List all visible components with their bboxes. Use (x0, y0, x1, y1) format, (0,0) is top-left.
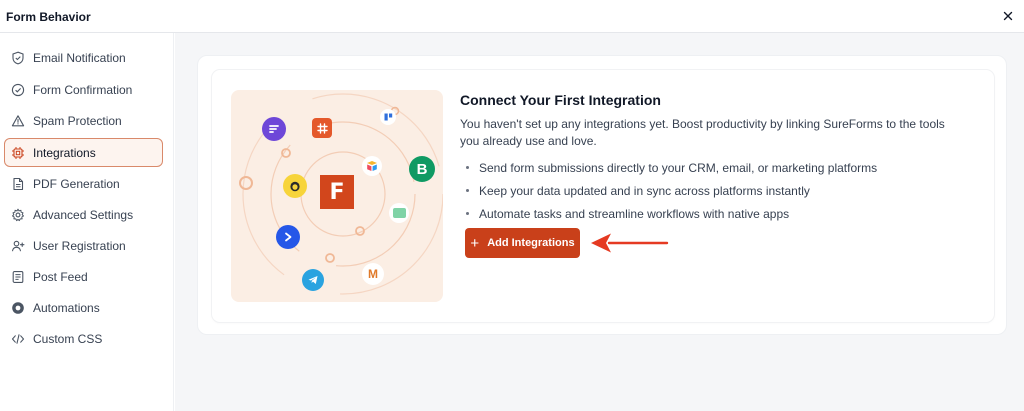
sidebar: Email Notification Form Confirmation Spa… (0, 33, 174, 411)
fluent-forms-icon (262, 117, 286, 141)
empty-state-description: You haven't set up any integrations yet.… (460, 117, 945, 148)
trello-icon (380, 109, 396, 125)
sidebar-item-label: Spam Protection (33, 113, 122, 128)
list-item: Send form submissions directly to your C… (460, 156, 980, 179)
sidebar-item-label: Integrations (33, 145, 96, 160)
sidebar-item-email-notification[interactable]: Email Notification (4, 43, 163, 72)
sidebar-item-pdf-generation[interactable]: PDF Generation (4, 169, 163, 198)
sidebar-item-label: Advanced Settings (33, 207, 134, 222)
automation-icon (11, 301, 25, 315)
empty-state-content: Connect Your First Integration You haven… (460, 88, 980, 225)
sidebar-item-post-feed[interactable]: Post Feed (4, 262, 163, 291)
modal-title: Form Behavior (6, 10, 91, 24)
plus-icon: + (470, 234, 480, 252)
brevo-letter: B (416, 160, 428, 178)
sidebar-item-label: Custom CSS (33, 331, 103, 346)
activecampaign-icon (276, 225, 300, 249)
code-icon (11, 332, 25, 346)
sidebar-item-label: Email Notification (33, 50, 126, 65)
chip-icon (11, 146, 25, 160)
list-item-text: Send form submissions directly to your C… (479, 160, 878, 175)
list-item: Automate tasks and streamline workflows … (460, 202, 980, 225)
user-plus-icon (11, 239, 25, 253)
sidebar-item-user-registration[interactable]: User Registration (4, 231, 163, 260)
airtable-icon (362, 156, 382, 176)
livechat-icon (389, 203, 409, 223)
brevo-icon: B (409, 156, 435, 182)
integrations-illustration: F B M (231, 90, 443, 302)
sidebar-item-integrations[interactable]: Integrations (4, 138, 163, 167)
sidebar-item-custom-css[interactable]: Custom CSS (4, 324, 163, 353)
list-item-text: Automate tasks and streamline workflows … (479, 206, 790, 221)
empty-state-title: Connect Your First Integration (460, 92, 661, 108)
bullet-icon (466, 189, 469, 192)
sidebar-item-label: Post Feed (33, 269, 88, 284)
bullet-icon (466, 166, 469, 169)
slack-app-icon (312, 118, 332, 138)
close-icon[interactable] (1000, 8, 1016, 24)
sidebar-item-form-confirmation[interactable]: Form Confirmation (4, 75, 163, 104)
add-integrations-button[interactable]: + Add Integrations (465, 228, 580, 258)
annotation-arrow-icon (591, 233, 669, 253)
main-content: F B M Connect Your First Integration You… (175, 33, 1024, 411)
bullet-icon (466, 212, 469, 215)
list-item: Keep your data updated and in sync acros… (460, 179, 980, 202)
moosend-icon: M (362, 263, 384, 285)
shield-check-icon (11, 51, 25, 65)
telegram-icon (302, 269, 324, 291)
add-integrations-label: Add Integrations (487, 237, 575, 249)
post-feed-icon (11, 270, 25, 284)
integrations-card: F B M Connect Your First Integration You… (197, 55, 1007, 335)
sidebar-item-label: Automations (33, 300, 100, 315)
logo-letter: F (329, 179, 345, 205)
sidebar-item-automations[interactable]: Automations (4, 293, 163, 322)
sidebar-item-label: User Registration (33, 238, 126, 253)
gear-icon (11, 208, 25, 222)
moosend-letter: M (368, 267, 378, 281)
sidebar-item-spam-protection[interactable]: Spam Protection (4, 106, 163, 135)
sureforms-logo-icon: F (320, 175, 354, 209)
document-icon (11, 177, 25, 191)
list-item-text: Keep your data updated and in sync acros… (479, 183, 810, 198)
check-circle-icon (11, 83, 25, 97)
benefits-list: Send form submissions directly to your C… (460, 156, 980, 225)
sidebar-item-advanced-settings[interactable]: Advanced Settings (4, 200, 163, 229)
sidebar-item-label: Form Confirmation (33, 82, 133, 97)
mailchimp-icon (283, 174, 307, 198)
sidebar-item-label: PDF Generation (33, 176, 120, 191)
modal-header: Form Behavior (0, 0, 1024, 33)
empty-state-panel: F B M Connect Your First Integration You… (212, 70, 994, 322)
warning-triangle-icon (11, 114, 25, 128)
